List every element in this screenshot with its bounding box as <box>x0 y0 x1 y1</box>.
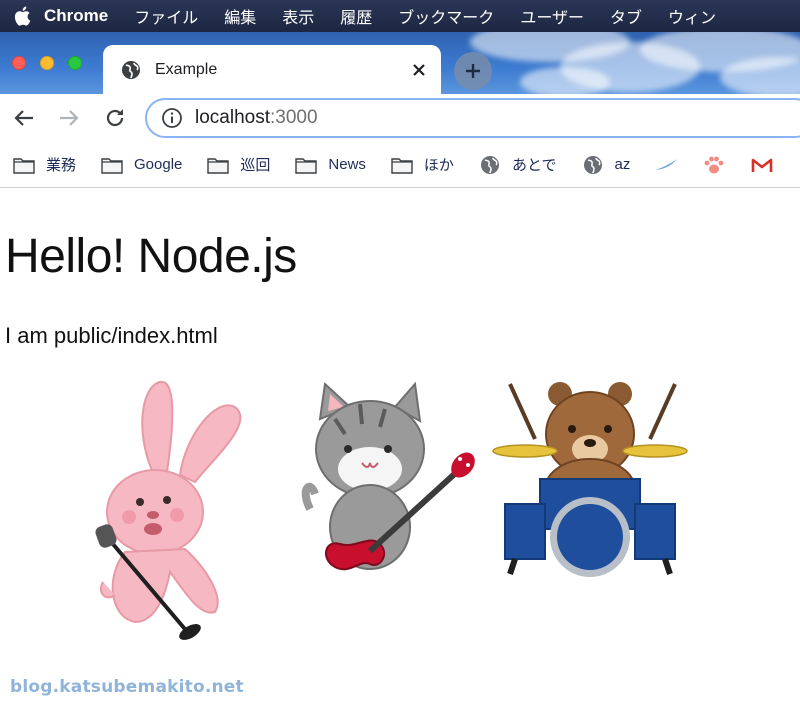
back-icon[interactable] <box>12 106 36 130</box>
bookmark-label: 業務 <box>46 157 77 174</box>
apple-icon[interactable] <box>0 0 44 32</box>
window-minimize-button[interactable] <box>40 56 54 70</box>
bookmark-folder[interactable]: 巡回 <box>206 154 270 175</box>
tab-strip: Example <box>0 32 800 94</box>
page-viewport: Hello! Node.js I am public/index.html bl… <box>0 189 800 701</box>
menu-bookmarks[interactable]: ブックマーク <box>398 4 494 28</box>
rabbit-singer-illustration <box>95 380 242 640</box>
bookmark-label: ほか <box>423 157 454 174</box>
site-watermark: blog.katsubemakito.net <box>10 677 244 697</box>
window-zoom-button[interactable] <box>68 56 82 70</box>
page-heading: Hello! Node.js <box>5 230 297 283</box>
globe-icon <box>581 155 605 175</box>
bookmark-label: Google <box>134 156 183 173</box>
bookmark-link[interactable] <box>654 155 678 175</box>
folder-icon <box>294 155 318 175</box>
menu-tab[interactable]: タブ <box>610 4 642 28</box>
bookmark-folder[interactable]: ほか <box>390 154 454 175</box>
bookmark-link[interactable] <box>750 155 774 175</box>
url-text[interactable]: localhost:3000 <box>195 107 318 129</box>
bookmark-folder[interactable]: 業務 <box>12 154 76 175</box>
tab-example[interactable]: Example <box>103 45 441 94</box>
bookmark-folder[interactable]: Google <box>100 155 182 175</box>
folder-icon <box>390 155 414 175</box>
info-icon[interactable] <box>161 107 183 129</box>
gmail-icon <box>750 155 774 175</box>
folder-icon <box>100 155 124 175</box>
paw-icon <box>702 155 726 175</box>
bookmark-link[interactable]: az <box>581 155 631 175</box>
bookmark-label: az <box>614 156 631 173</box>
forward-icon[interactable] <box>57 106 81 130</box>
bookmark-label: あとで <box>511 157 557 174</box>
menu-file[interactable]: ファイル <box>134 4 198 28</box>
globe-icon <box>121 60 141 80</box>
menu-history[interactable]: 履歴 <box>340 4 372 28</box>
menu-view[interactable]: 表示 <box>282 4 314 28</box>
menu-edit[interactable]: 編集 <box>224 4 256 28</box>
bookmark-link[interactable] <box>702 155 726 175</box>
reload-icon[interactable] <box>103 106 127 130</box>
url-port: :3000 <box>270 107 318 128</box>
menu-app-name[interactable]: Chrome <box>44 6 108 26</box>
window-close-button[interactable] <box>12 56 26 70</box>
bookmarks-bar: 業務 Google 巡回 News ほか あとで az <box>0 142 800 188</box>
menu-window[interactable]: ウィン <box>668 4 716 28</box>
bookmark-label: 巡回 <box>240 157 271 174</box>
browser-toolbar: localhost:3000 <box>0 94 800 142</box>
globe-icon <box>478 155 502 175</box>
macos-menu-bar: Chrome ファイル 編集 表示 履歴 ブックマーク ユーザー タブ ウィン <box>0 0 800 32</box>
bookmark-label: News <box>328 156 366 173</box>
cat-guitarist-illustration <box>301 381 475 571</box>
close-icon[interactable] <box>409 60 429 80</box>
folder-icon <box>12 155 36 175</box>
new-tab-button[interactable] <box>454 52 492 90</box>
menu-people[interactable]: ユーザー <box>520 4 584 28</box>
bookmark-link[interactable]: あとで <box>478 154 557 175</box>
bookmark-folder[interactable]: News <box>294 155 366 175</box>
address-bar[interactable]: localhost:3000 <box>145 98 800 138</box>
bear-drummer-illustration <box>492 382 688 577</box>
folder-icon <box>206 155 230 175</box>
url-host: localhost <box>195 107 270 128</box>
page-paragraph: I am public/index.html <box>5 323 218 348</box>
tab-title: Example <box>155 60 218 78</box>
feather-icon <box>654 155 678 175</box>
